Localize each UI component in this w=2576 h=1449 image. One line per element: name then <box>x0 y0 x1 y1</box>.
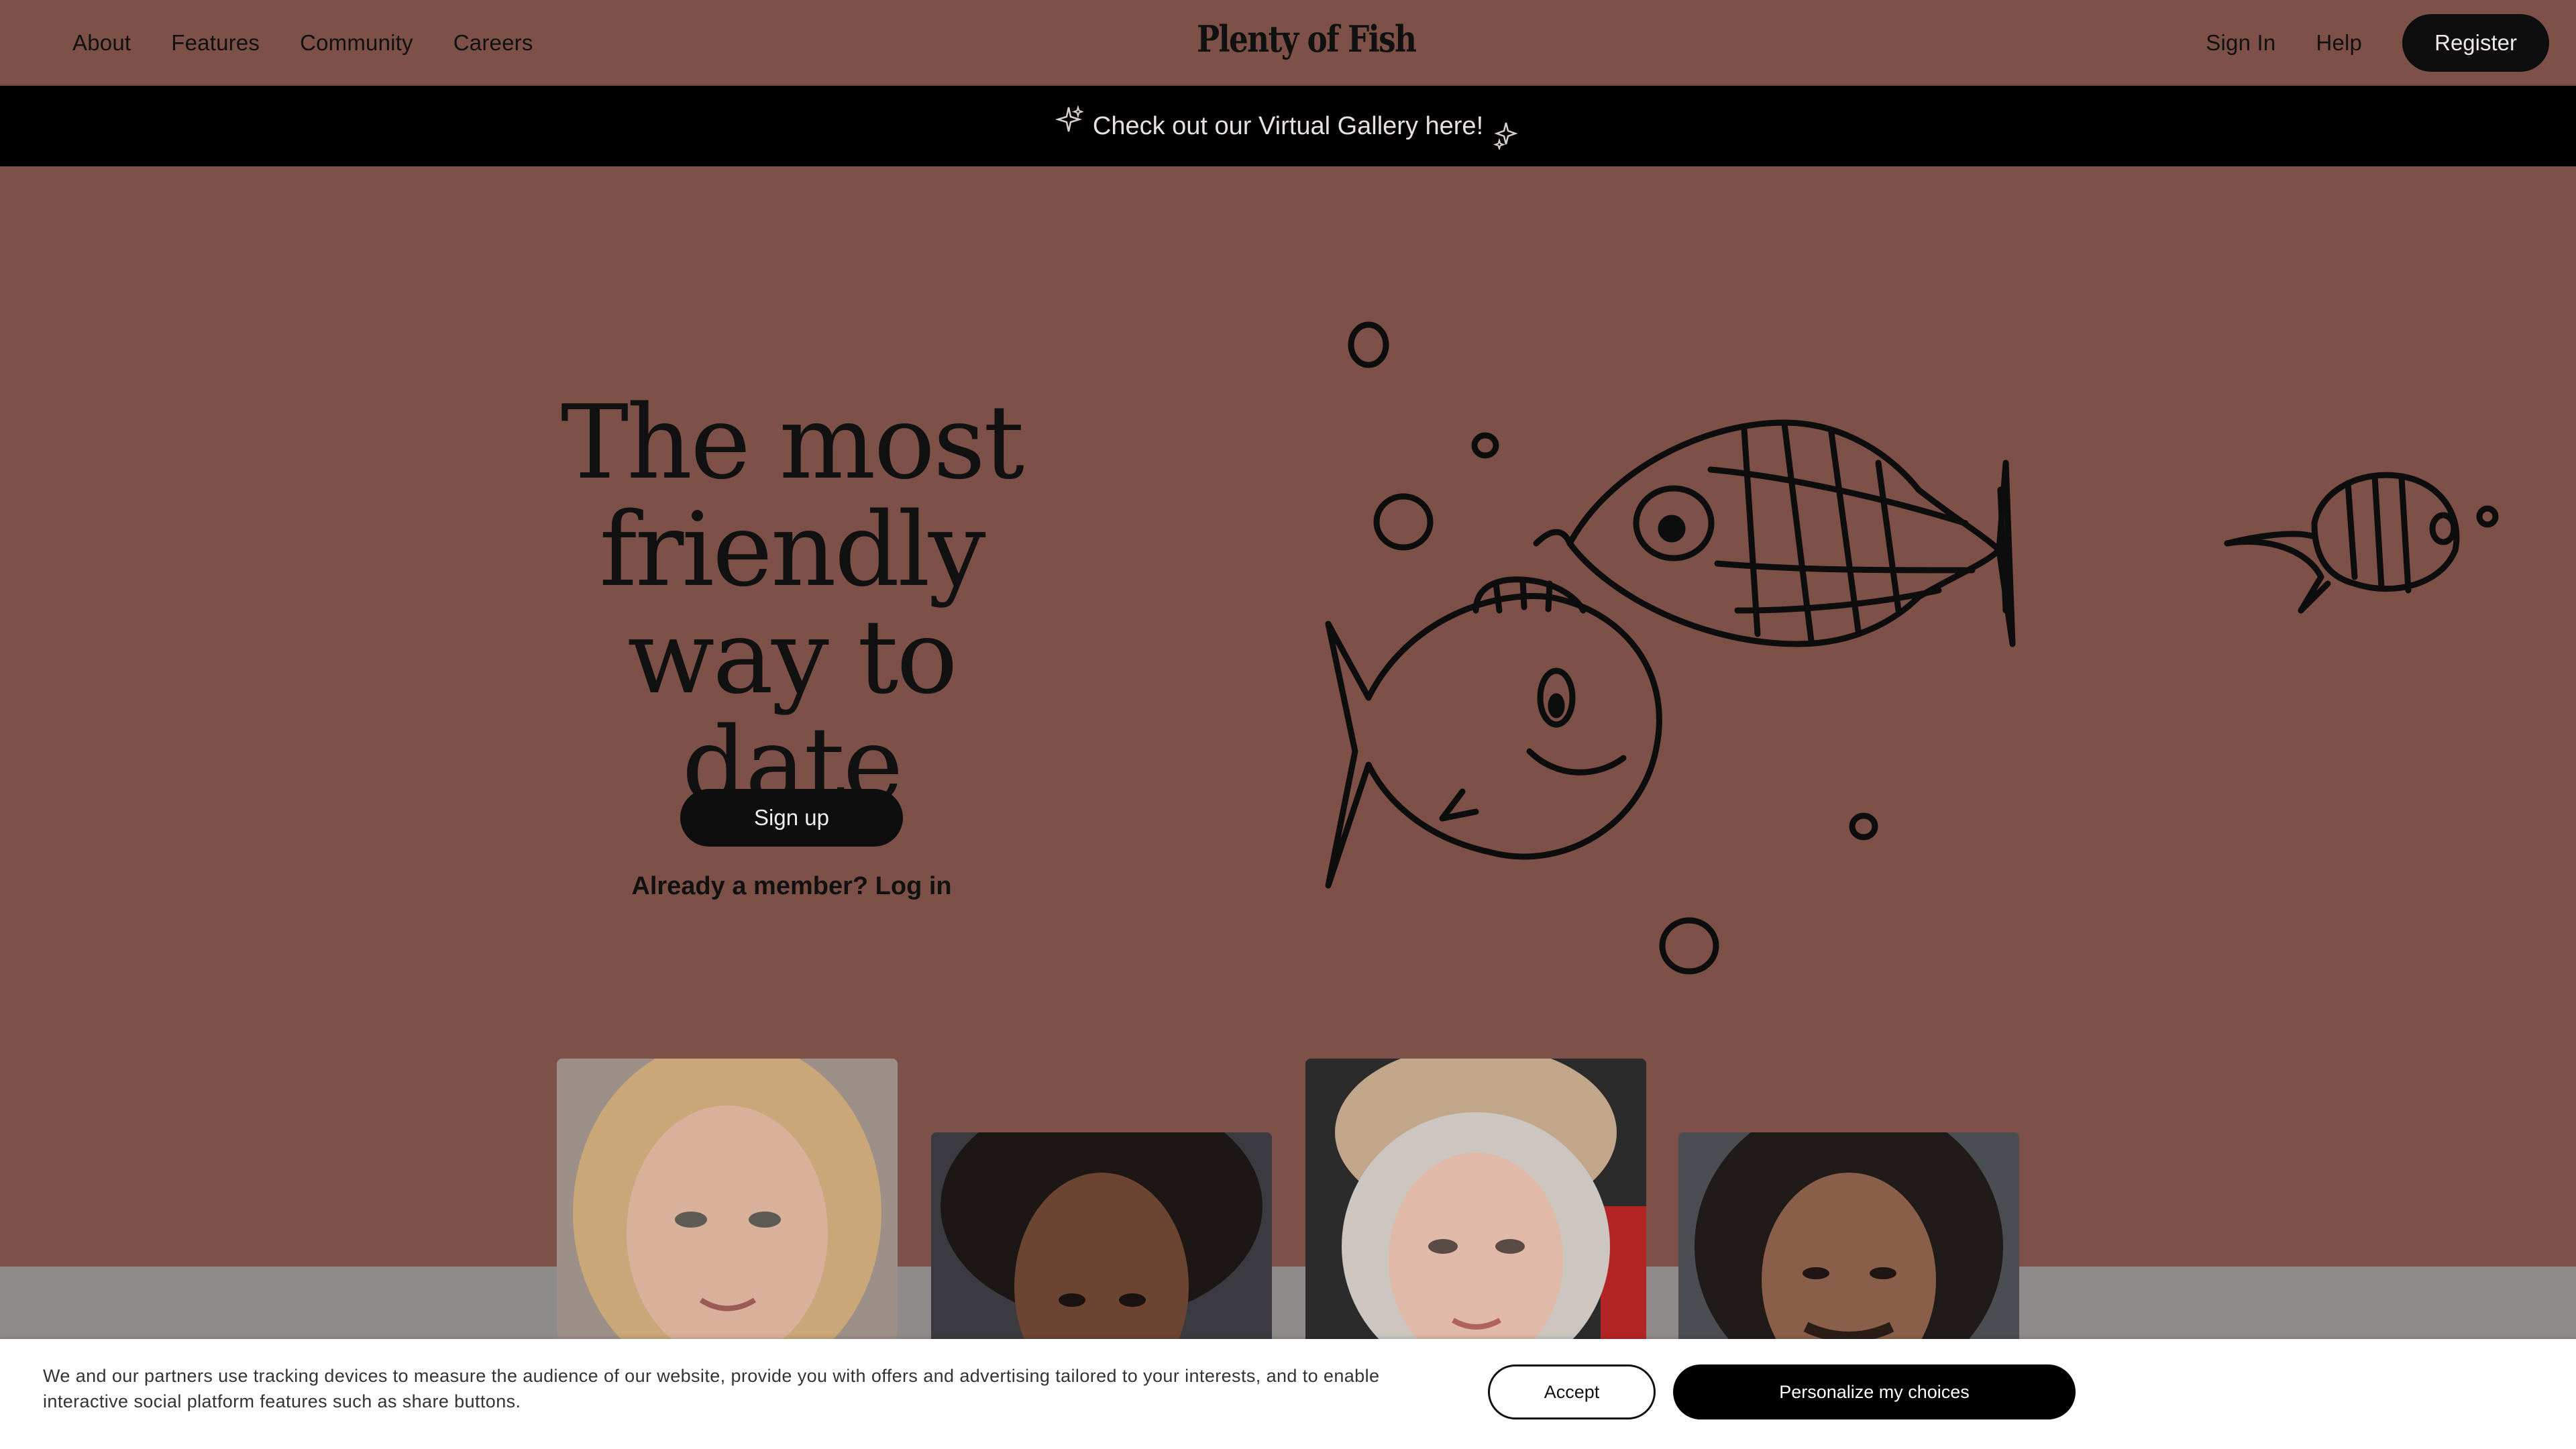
profile-photo <box>1678 1132 2019 1340</box>
profile-photo <box>931 1132 1272 1340</box>
nav-link-about[interactable]: About <box>72 30 131 56</box>
sparkle-icon <box>1055 105 1083 132</box>
promo-banner[interactable]: Check out our Virtual Gallery here! <box>0 86 2576 166</box>
primary-nav: About Features Community Careers <box>72 0 533 86</box>
hero-title-line: friendly <box>599 490 985 609</box>
sign-up-button[interactable]: Sign up <box>680 789 903 847</box>
register-button[interactable]: Register <box>2402 14 2549 72</box>
top-navigation: About Features Community Careers Plenty … <box>0 0 2576 86</box>
promo-text[interactable]: Check out our Virtual Gallery here! <box>1093 112 1483 141</box>
profile-photo <box>557 1059 898 1340</box>
hero-title-line: way to date <box>627 598 958 824</box>
fish-illustration <box>1325 321 2499 975</box>
account-nav: Sign In Help Register <box>2206 0 2549 86</box>
help-link[interactable]: Help <box>2316 30 2362 56</box>
nav-link-features[interactable]: Features <box>171 30 260 56</box>
cookie-consent-bar: We and our partners use tracking devices… <box>0 1339 2576 1449</box>
sign-in-link[interactable]: Sign In <box>2206 30 2275 56</box>
profile-photo <box>1305 1059 1646 1340</box>
hero-title: The most friendly way to date <box>523 389 1060 818</box>
site-logo[interactable]: Plenty of Fish <box>1197 17 1417 60</box>
login-link[interactable]: Already a member? Log in <box>590 872 993 901</box>
hero-title-line: The most <box>560 383 1024 502</box>
personalize-choices-button[interactable]: Personalize my choices <box>1673 1364 2076 1419</box>
sparkle-icon <box>1493 122 1518 150</box>
nav-link-careers[interactable]: Careers <box>453 30 533 56</box>
nav-link-community[interactable]: Community <box>300 30 413 56</box>
cookie-consent-text: We and our partners use tracking devices… <box>43 1366 1380 1411</box>
accept-cookies-button[interactable]: Accept <box>1488 1364 1656 1419</box>
